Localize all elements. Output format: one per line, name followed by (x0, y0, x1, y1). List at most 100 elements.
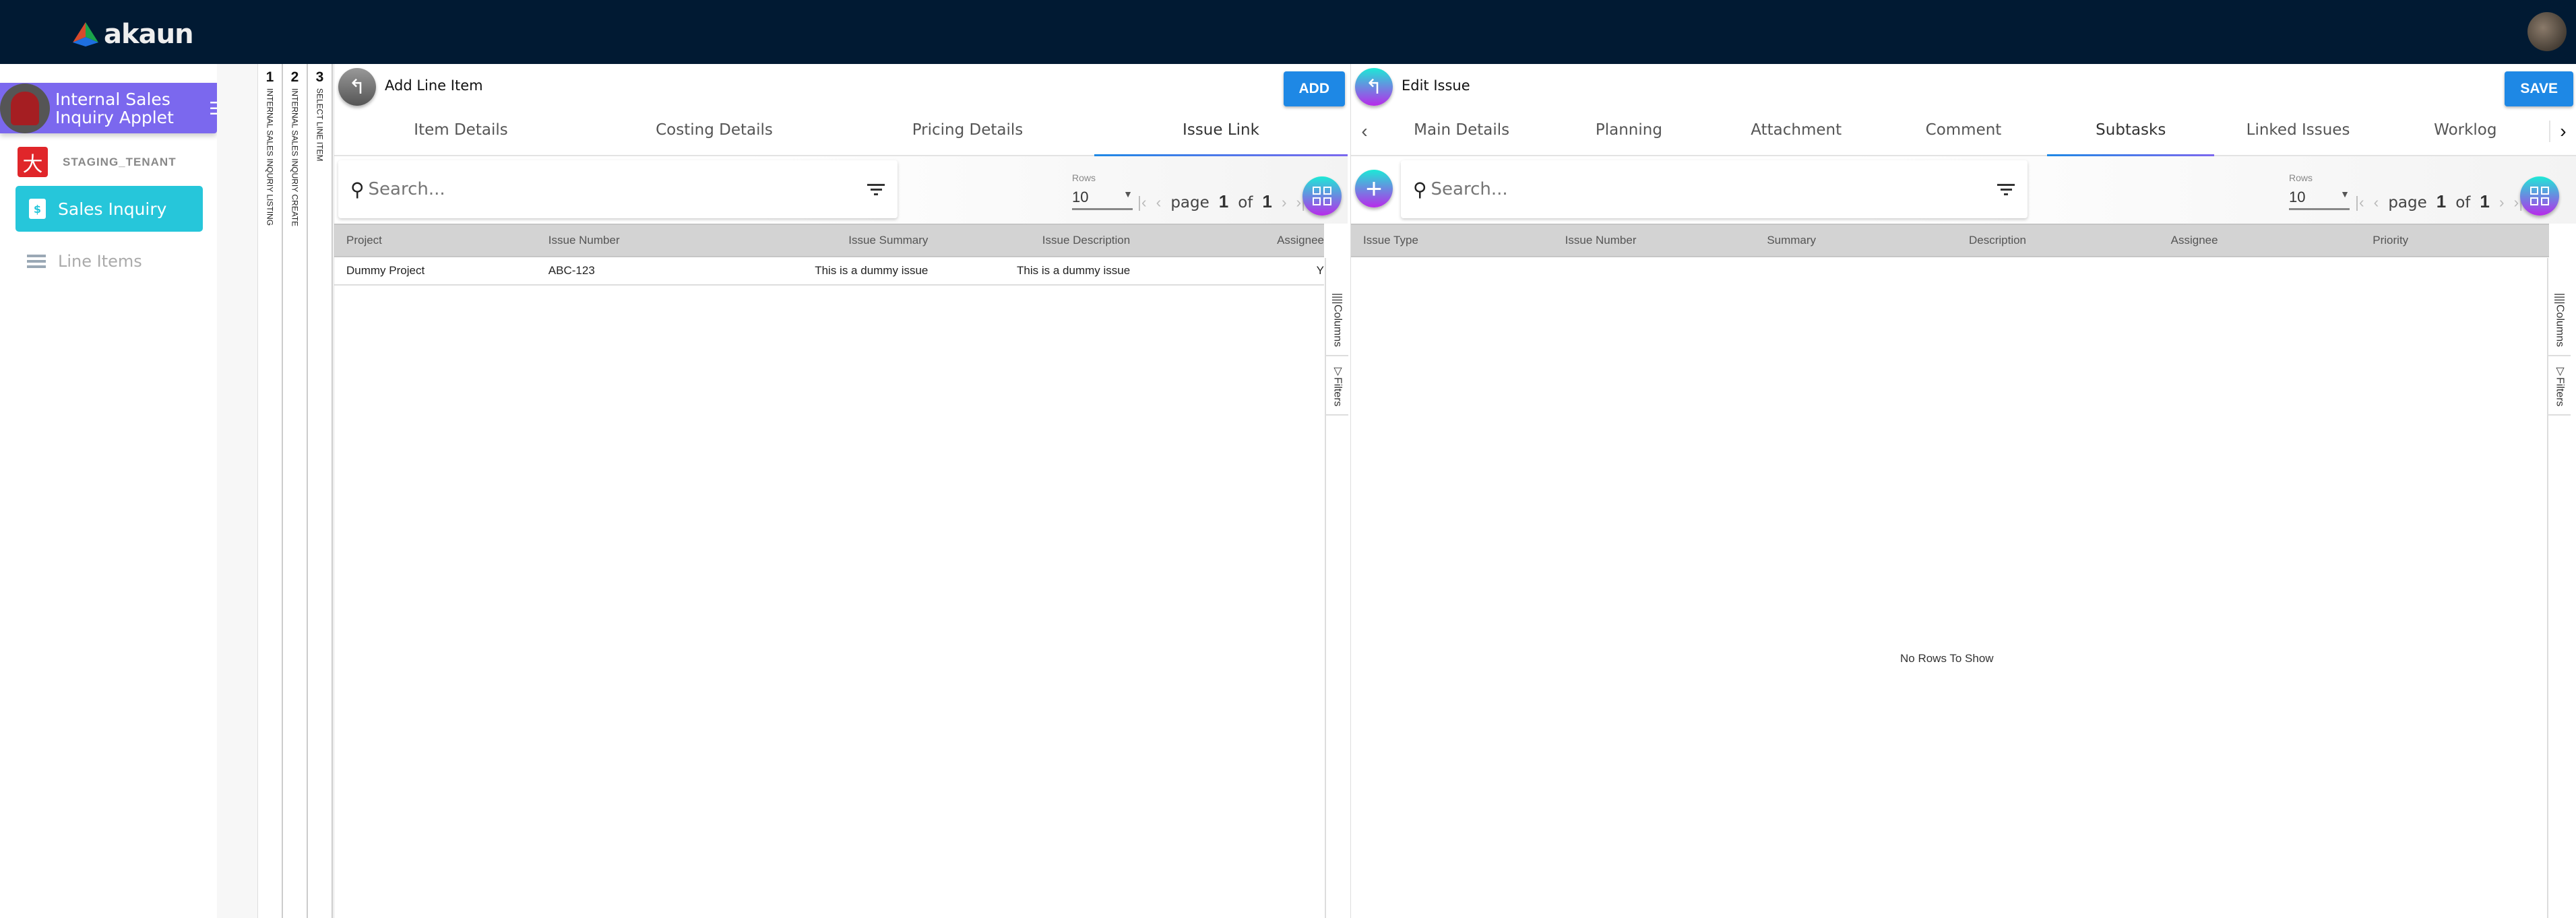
tab-comment[interactable]: Comment (1880, 107, 2047, 156)
panel-title: Add Line Item (385, 77, 483, 94)
columns-label: Columns (2554, 304, 2566, 347)
sidebar-item-line-items[interactable]: Line Items (27, 252, 142, 271)
filters-toggle[interactable]: ▽ Filters (2548, 356, 2571, 416)
search-input[interactable] (1431, 179, 1997, 199)
applet-title: Internal Sales Inquiry Applet (55, 89, 174, 127)
applet-support-icon (0, 83, 50, 133)
filter-icon[interactable] (1997, 183, 2015, 195)
tenant: 大 STAGING_TENANT (18, 147, 177, 177)
column-header-description[interactable]: Description (1957, 234, 2159, 247)
sidebar-item-sales-inquiry[interactable]: $ Sales Inquiry (15, 186, 203, 232)
search-box: ⚲ (1401, 160, 2028, 218)
rows-select[interactable]: 10 ▼ (2289, 189, 2350, 210)
add-subtask-button[interactable]: + (1355, 170, 1393, 207)
tab-attachment[interactable]: Attachment (1713, 107, 1880, 156)
step-number: 3 (315, 69, 324, 85)
columns-toggle[interactable]: |||| Columns (2548, 285, 2571, 356)
next-page-icon[interactable]: › (1282, 193, 1287, 211)
first-page-icon[interactable]: |‹ (1137, 193, 1147, 211)
top-bar: akaun (0, 0, 2576, 64)
of-word: of (2455, 194, 2471, 211)
grid-toolbar: + ⚲ Rows 10▼ |‹‹ page1 of1 ››| (1351, 156, 2576, 224)
search-icon: ⚲ (1413, 178, 1427, 200)
add-line-item-panel: ↰ Add Line Item ADD Item Details Costing… (334, 64, 1348, 918)
add-button[interactable]: ADD (1283, 71, 1345, 106)
column-header-assignee[interactable]: Assignee (2159, 234, 2361, 247)
filters-toggle[interactable]: ▽ Filters (1326, 356, 1348, 416)
back-button[interactable]: ↰ (1355, 68, 1393, 106)
tab-main-details[interactable]: Main Details (1378, 107, 1545, 156)
page-word: page (1170, 194, 1210, 211)
tab-subtasks[interactable]: Subtasks (2047, 107, 2215, 157)
edit-issue-panel: ↰ Edit Issue SAVE ‹ Main Details Plannin… (1350, 64, 2576, 918)
step-2[interactable]: 2 INTERNAL SALES INQURIY CREATE (283, 64, 308, 918)
rows-label: Rows (2289, 172, 2313, 183)
filter-funnel-icon: ▽ (2554, 364, 2565, 377)
tab-issue-link[interactable]: Issue Link (1094, 107, 1348, 157)
column-header-issue-number[interactable]: Issue Number (1553, 234, 1755, 247)
column-header-issue-description[interactable]: Issue Description (940, 234, 1142, 247)
chevron-right-icon[interactable]: › (2548, 121, 2576, 142)
tab-pricing-details[interactable]: Pricing Details (841, 107, 1094, 156)
prev-page-icon[interactable]: ‹ (1156, 193, 1162, 211)
tab-worklog[interactable]: Worklog (2382, 107, 2549, 156)
page-word: page (2388, 194, 2427, 211)
column-header-issue-summary[interactable]: Issue Summary (739, 234, 941, 247)
filters-label: Filters (2554, 376, 2566, 407)
cell-issue-number: ABC-123 (548, 264, 595, 277)
chevron-left-icon[interactable]: ‹ (1351, 121, 1378, 142)
step-1[interactable]: 1 INTERNAL SALES INQURIY LISTING (258, 64, 283, 918)
grid-view-button[interactable] (2520, 176, 2559, 216)
tenant-name: STAGING_TENANT (63, 155, 177, 168)
tab-costing-details[interactable]: Costing Details (588, 107, 841, 156)
search-input[interactable] (368, 179, 867, 199)
grid-header: Project Issue Number Issue Summary Issue… (334, 224, 1324, 257)
rows-label: Rows (1072, 172, 1096, 183)
column-header-issue-type[interactable]: Issue Type (1351, 234, 1553, 247)
tenant-logo-icon: 大 (18, 147, 48, 177)
column-header-priority[interactable]: Priority (2360, 234, 2549, 247)
column-header-assignee[interactable]: Assignee (1142, 234, 1324, 247)
grid-view-button[interactable] (1302, 176, 1342, 216)
grid-header: Issue Type Issue Number Summary Descript… (1351, 224, 2549, 257)
tab-item-details[interactable]: Item Details (334, 107, 588, 156)
save-button[interactable]: SAVE (2505, 71, 2573, 106)
first-page-icon[interactable]: |‹ (2355, 193, 2364, 211)
pagination: |‹ ‹ page 1 of 1 › ›| (2355, 191, 2523, 212)
column-header-issue-number[interactable]: Issue Number (536, 234, 739, 247)
of-word: of (1238, 194, 1253, 211)
search-box: ⚲ (338, 160, 898, 218)
cell-project: Dummy Project (346, 264, 425, 277)
tab-linked-issues[interactable]: Linked Issues (2214, 107, 2381, 156)
total-pages: 1 (2480, 191, 2490, 211)
grid-icon (2530, 187, 2549, 205)
grid-toolbar: ⚲ Rows 10▼ |‹‹ page1 of1 ››| (334, 156, 1348, 224)
tab-planning[interactable]: Planning (1545, 107, 1712, 156)
list-icon (27, 255, 46, 268)
current-page: 1 (1218, 191, 1229, 211)
column-header-summary[interactable]: Summary (1755, 234, 1957, 247)
prev-page-icon[interactable]: ‹ (2374, 193, 2379, 211)
akaun-logo[interactable]: akaun (71, 19, 194, 50)
logo-text: akaun (104, 19, 194, 50)
user-avatar[interactable] (2527, 12, 2567, 51)
filters-label: Filters (1331, 376, 1344, 407)
step-3[interactable]: 3 SELECT LINE ITEM (308, 64, 333, 918)
dropdown-arrow-icon: ▼ (1123, 189, 1133, 199)
dropdown-arrow-icon: ▼ (2340, 189, 2350, 199)
table-row[interactable]: Dummy Project ABC-123 This is a dummy is… (334, 257, 1324, 286)
column-header-project[interactable]: Project (334, 234, 536, 247)
sidebar-item-label: Sales Inquiry (58, 199, 167, 219)
step-label: INTERNAL SALES INQURIY CREATE (290, 88, 300, 227)
gutter (217, 64, 258, 918)
rows-select[interactable]: 10 ▼ (1072, 189, 1133, 210)
columns-toggle[interactable]: |||| Columns (1326, 285, 1348, 356)
rows-value: 10 (2289, 189, 2306, 205)
step-number: 2 (290, 69, 299, 85)
applet-header: Internal Sales Inquiry Applet (0, 83, 217, 133)
filter-icon[interactable] (867, 183, 885, 195)
grid-side-panel: |||| Columns ▽ Filters (2547, 258, 2571, 918)
next-page-icon[interactable]: › (2499, 193, 2505, 211)
back-button[interactable]: ↰ (338, 68, 376, 106)
grid-side-panel: |||| Columns ▽ Filters (1325, 258, 1348, 918)
